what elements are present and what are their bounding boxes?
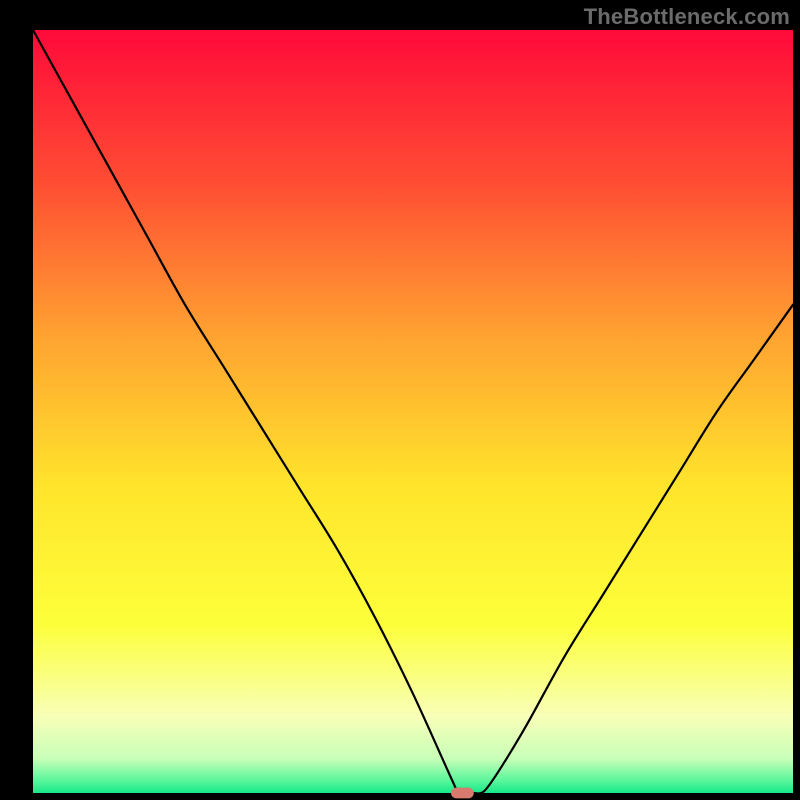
- watermark-text: TheBottleneck.com: [584, 4, 790, 30]
- bottleneck-chart: [0, 0, 800, 800]
- plot-background: [33, 30, 793, 793]
- optimal-marker: [451, 788, 474, 799]
- chart-frame: TheBottleneck.com: [0, 0, 800, 800]
